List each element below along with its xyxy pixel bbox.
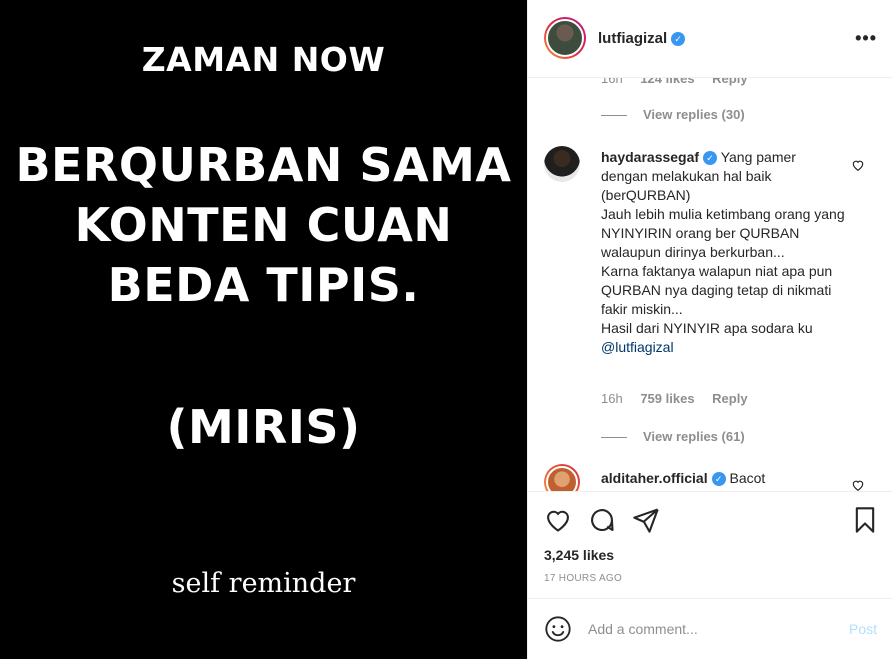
post-button[interactable]: Post (849, 621, 877, 637)
avatar[interactable] (544, 146, 580, 182)
like-comment-heart-icon[interactable] (851, 478, 865, 491)
image-text-main: BERQURBAN SAMA KONTEN CUAN BEDA TIPIS. (0, 135, 527, 315)
comment-text: Bacot (729, 470, 766, 486)
post-image: ZAMAN NOW BERQURBAN SAMA KONTEN CUAN BED… (0, 0, 527, 659)
share-icon[interactable] (632, 506, 660, 534)
comment-text: Yang pamer dengan melakukan hal baik (be… (601, 149, 845, 336)
emoji-icon[interactable] (544, 615, 572, 643)
view-replies-label: View replies (61) (643, 429, 745, 444)
post-timestamp[interactable]: 17 HOURS AGO (544, 573, 622, 584)
like-comment-heart-icon[interactable] (851, 158, 865, 172)
image-text-footer: self reminder (171, 568, 356, 599)
mention-link[interactable]: @lutfiagizal (601, 339, 674, 355)
more-options-icon[interactable]: ••• (855, 28, 877, 49)
comment-likes[interactable]: 124 likes (640, 78, 694, 86)
verified-badge-icon: ✓ (671, 32, 686, 47)
add-comment-bar: Post (528, 598, 892, 659)
post-side-panel: lutfiagizal ✓ ••• 16h 124 likes Reply Vie… (527, 0, 892, 659)
comment-body: alditaher.official ✓ Bacot (601, 469, 846, 488)
post-actions: 3,245 likes 17 HOURS AGO (528, 491, 892, 598)
comment-input[interactable] (588, 617, 828, 641)
verified-badge-icon: ✓ (703, 151, 718, 166)
verified-badge-icon: ✓ (711, 472, 726, 487)
comment-time: 16h (601, 391, 623, 406)
author-username[interactable]: lutfiagizal (598, 30, 667, 47)
comment-icon[interactable] (588, 506, 616, 534)
comment-likes[interactable]: 759 likes (640, 391, 694, 406)
comments-list[interactable]: 16h 124 likes Reply View replies (30) ha… (528, 78, 892, 491)
comment-body: haydarassegaf ✓ Yang pamer dengan melakuk… (601, 148, 846, 357)
likes-count[interactable]: 3,245 likes (544, 547, 614, 563)
divider (601, 115, 627, 117)
reply-button[interactable]: Reply (712, 78, 747, 86)
reply-button[interactable]: Reply (712, 391, 747, 406)
comment-username[interactable]: alditaher.official (601, 470, 708, 486)
post-header: lutfiagizal ✓ ••• (528, 0, 892, 78)
image-text-line: BEDA TIPIS. (107, 258, 420, 312)
avatar[interactable] (544, 464, 580, 491)
image-text-line: KONTEN CUAN (74, 198, 453, 252)
view-replies-button[interactable]: View replies (61) (601, 429, 745, 444)
author-username-row[interactable]: lutfiagizal ✓ (598, 30, 686, 47)
comment-meta: 16h 124 likes Reply (601, 78, 762, 86)
image-text-miris: (MIRIS) (166, 400, 361, 454)
image-text-headline: ZAMAN NOW (141, 40, 386, 79)
comment-meta: 16h 759 likes Reply (601, 391, 762, 406)
bookmark-icon[interactable] (851, 506, 879, 534)
view-replies-label: View replies (30) (643, 107, 745, 122)
avatar[interactable] (544, 17, 586, 59)
view-replies-button[interactable]: View replies (30) (601, 107, 745, 122)
comment-username[interactable]: haydarassegaf (601, 149, 699, 165)
comment-time: 16h (601, 78, 623, 86)
image-text-line: BERQURBAN SAMA (15, 138, 512, 192)
divider (601, 437, 627, 439)
heart-icon[interactable] (544, 506, 572, 534)
